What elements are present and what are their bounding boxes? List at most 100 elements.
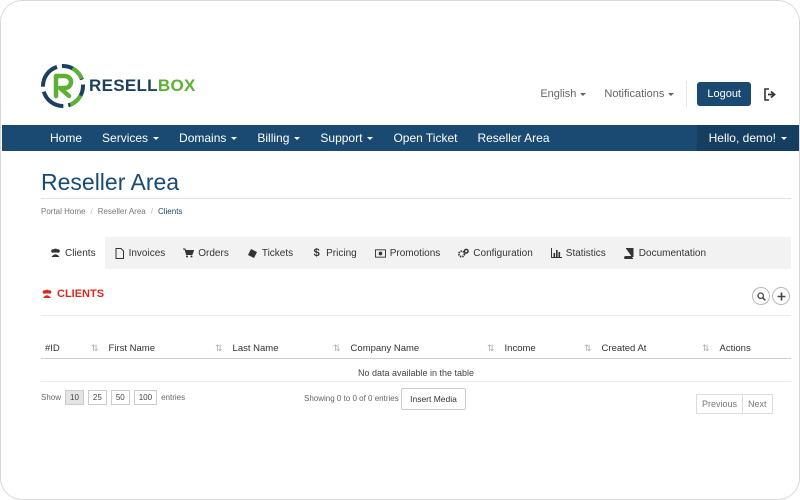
brand-logo[interactable]: RESELLBOX [39,61,199,111]
table-info-text: Showing 0 to 0 of 0 entries [304,394,399,403]
column-header-income[interactable]: ⇅ Income [487,339,584,359]
sort-icon: ⇅ [584,343,592,353]
nav-label: Open Ticket [393,131,458,145]
tab-clients[interactable]: Clients [41,237,105,269]
chevron-down-icon [367,136,374,140]
ticket-icon [247,248,258,259]
tab-label: Promotions [389,247,441,259]
breadcrumb-clients: Clients [157,207,183,216]
column-label: #ID [45,343,60,354]
user-menu-dropdown[interactable]: Hello, demo! [696,125,799,151]
brand-name-part2: BOX [157,76,196,95]
chevron-down-icon [153,136,160,140]
column-header-first-name[interactable]: ⇅ First Name [91,339,215,359]
column-header-created-at[interactable]: ⇅ Created At [584,339,702,359]
main-navbar: Home Services Domains Billing Support Op… [2,125,799,151]
nav-label: Billing [257,131,290,145]
user-greeting: Hello, demo! [708,131,776,145]
tab-invoices[interactable]: Invoices [105,237,175,269]
nav-label: Services [102,131,149,145]
nav-label: Support [320,131,363,145]
nav-support[interactable]: Support [310,125,383,151]
column-header-last-name[interactable]: ⇅ Last Name [215,339,333,359]
notifications-label: Notifications [604,88,665,100]
sort-icon: ⇅ [91,343,99,353]
cart-icon [183,248,195,259]
breadcrumb-reseller-area[interactable]: Reseller Area [98,207,146,216]
logout-button[interactable]: Logout [697,82,751,106]
bar-chart-icon [550,248,562,259]
sort-icon: ⇅ [333,343,341,353]
nav-label: Domains [179,131,227,145]
file-icon [114,247,125,259]
tab-configuration[interactable]: Configuration [449,237,541,269]
column-label: Actions [719,343,751,354]
nav-services[interactable]: Services [92,125,169,151]
nav-home[interactable]: Home [2,125,92,151]
column-label: First Name [108,343,155,354]
tab-pricing[interactable]: $ Pricing [302,237,366,269]
breadcrumb-portal-home[interactable]: Portal Home [41,207,85,216]
nav-billing[interactable]: Billing [247,125,310,151]
add-client-button[interactable] [772,287,790,305]
nav-label: Reseller Area [477,131,550,145]
tab-label: Configuration [473,247,533,259]
browser-frame: RESELLBOX English Notifications Logout H… [0,0,800,500]
chevron-down-icon [580,92,587,96]
column-label: Income [504,343,536,354]
next-page-button[interactable]: Next [743,394,773,414]
column-header-actions[interactable]: ⇅ Actions [702,339,782,359]
column-label: Last Name [232,343,279,354]
page-size-25[interactable]: 25 [87,390,107,405]
sort-icon: ⇅ [215,343,223,353]
users-icon [50,248,61,259]
tab-label: Documentation [638,247,707,259]
gears-icon [458,248,470,259]
breadcrumb-separator: / [90,207,93,216]
notifications-dropdown[interactable]: Notifications [604,88,675,100]
promotion-icon [374,248,386,259]
nav-domains[interactable]: Domains [169,125,247,151]
tab-promotions[interactable]: Promotions [366,237,450,269]
column-header-company-name[interactable]: ⇅ Company Name [333,339,487,359]
search-icon [756,291,766,301]
language-dropdown[interactable]: English [540,88,587,100]
page-size-50[interactable]: 50 [110,390,130,405]
nav-open-ticket[interactable]: Open Ticket [383,125,467,151]
column-header-id[interactable]: #ID [41,339,91,359]
book-icon [624,247,635,259]
section-title: CLIENTS [41,288,104,300]
reseller-tabs: Clients Invoices Orders Tickets $ Pricin… [41,237,791,269]
tab-orders[interactable]: Orders [174,237,238,269]
nav-label: Home [50,131,83,145]
sort-icon: ⇅ [702,343,710,353]
tab-documentation[interactable]: Documentation [615,237,715,269]
tab-label: Tickets [261,247,294,259]
show-label: Show [41,393,62,402]
language-label: English [540,88,577,100]
previous-page-button[interactable]: Previous [696,394,744,414]
breadcrumb: Portal Home / Reseller Area / Clients [41,207,182,216]
divider [686,81,688,107]
tab-label: Pricing [326,247,357,259]
page-size-10[interactable]: 10 [65,390,84,405]
divider [41,381,791,382]
tab-tickets[interactable]: Tickets [238,237,302,269]
tab-label: Orders [198,247,229,259]
divider [41,198,791,199]
search-button[interactable] [752,287,770,305]
section-title-label: CLIENTS [57,288,105,300]
page-size-100[interactable]: 100 [133,390,158,405]
breadcrumb-separator: / [150,207,153,216]
plus-icon [777,292,785,300]
insert-media-button[interactable]: Insert Media [401,388,466,410]
pagination: Previous Next [696,394,773,414]
tab-statistics[interactable]: Statistics [542,237,615,269]
chevron-down-icon [294,136,301,140]
resellbox-logo-icon [41,64,85,108]
tab-label: Invoices [128,247,166,259]
chevron-down-icon [781,136,787,140]
nav-reseller-area[interactable]: Reseller Area [467,125,559,151]
divider [41,315,791,316]
sign-out-icon[interactable] [761,85,779,103]
